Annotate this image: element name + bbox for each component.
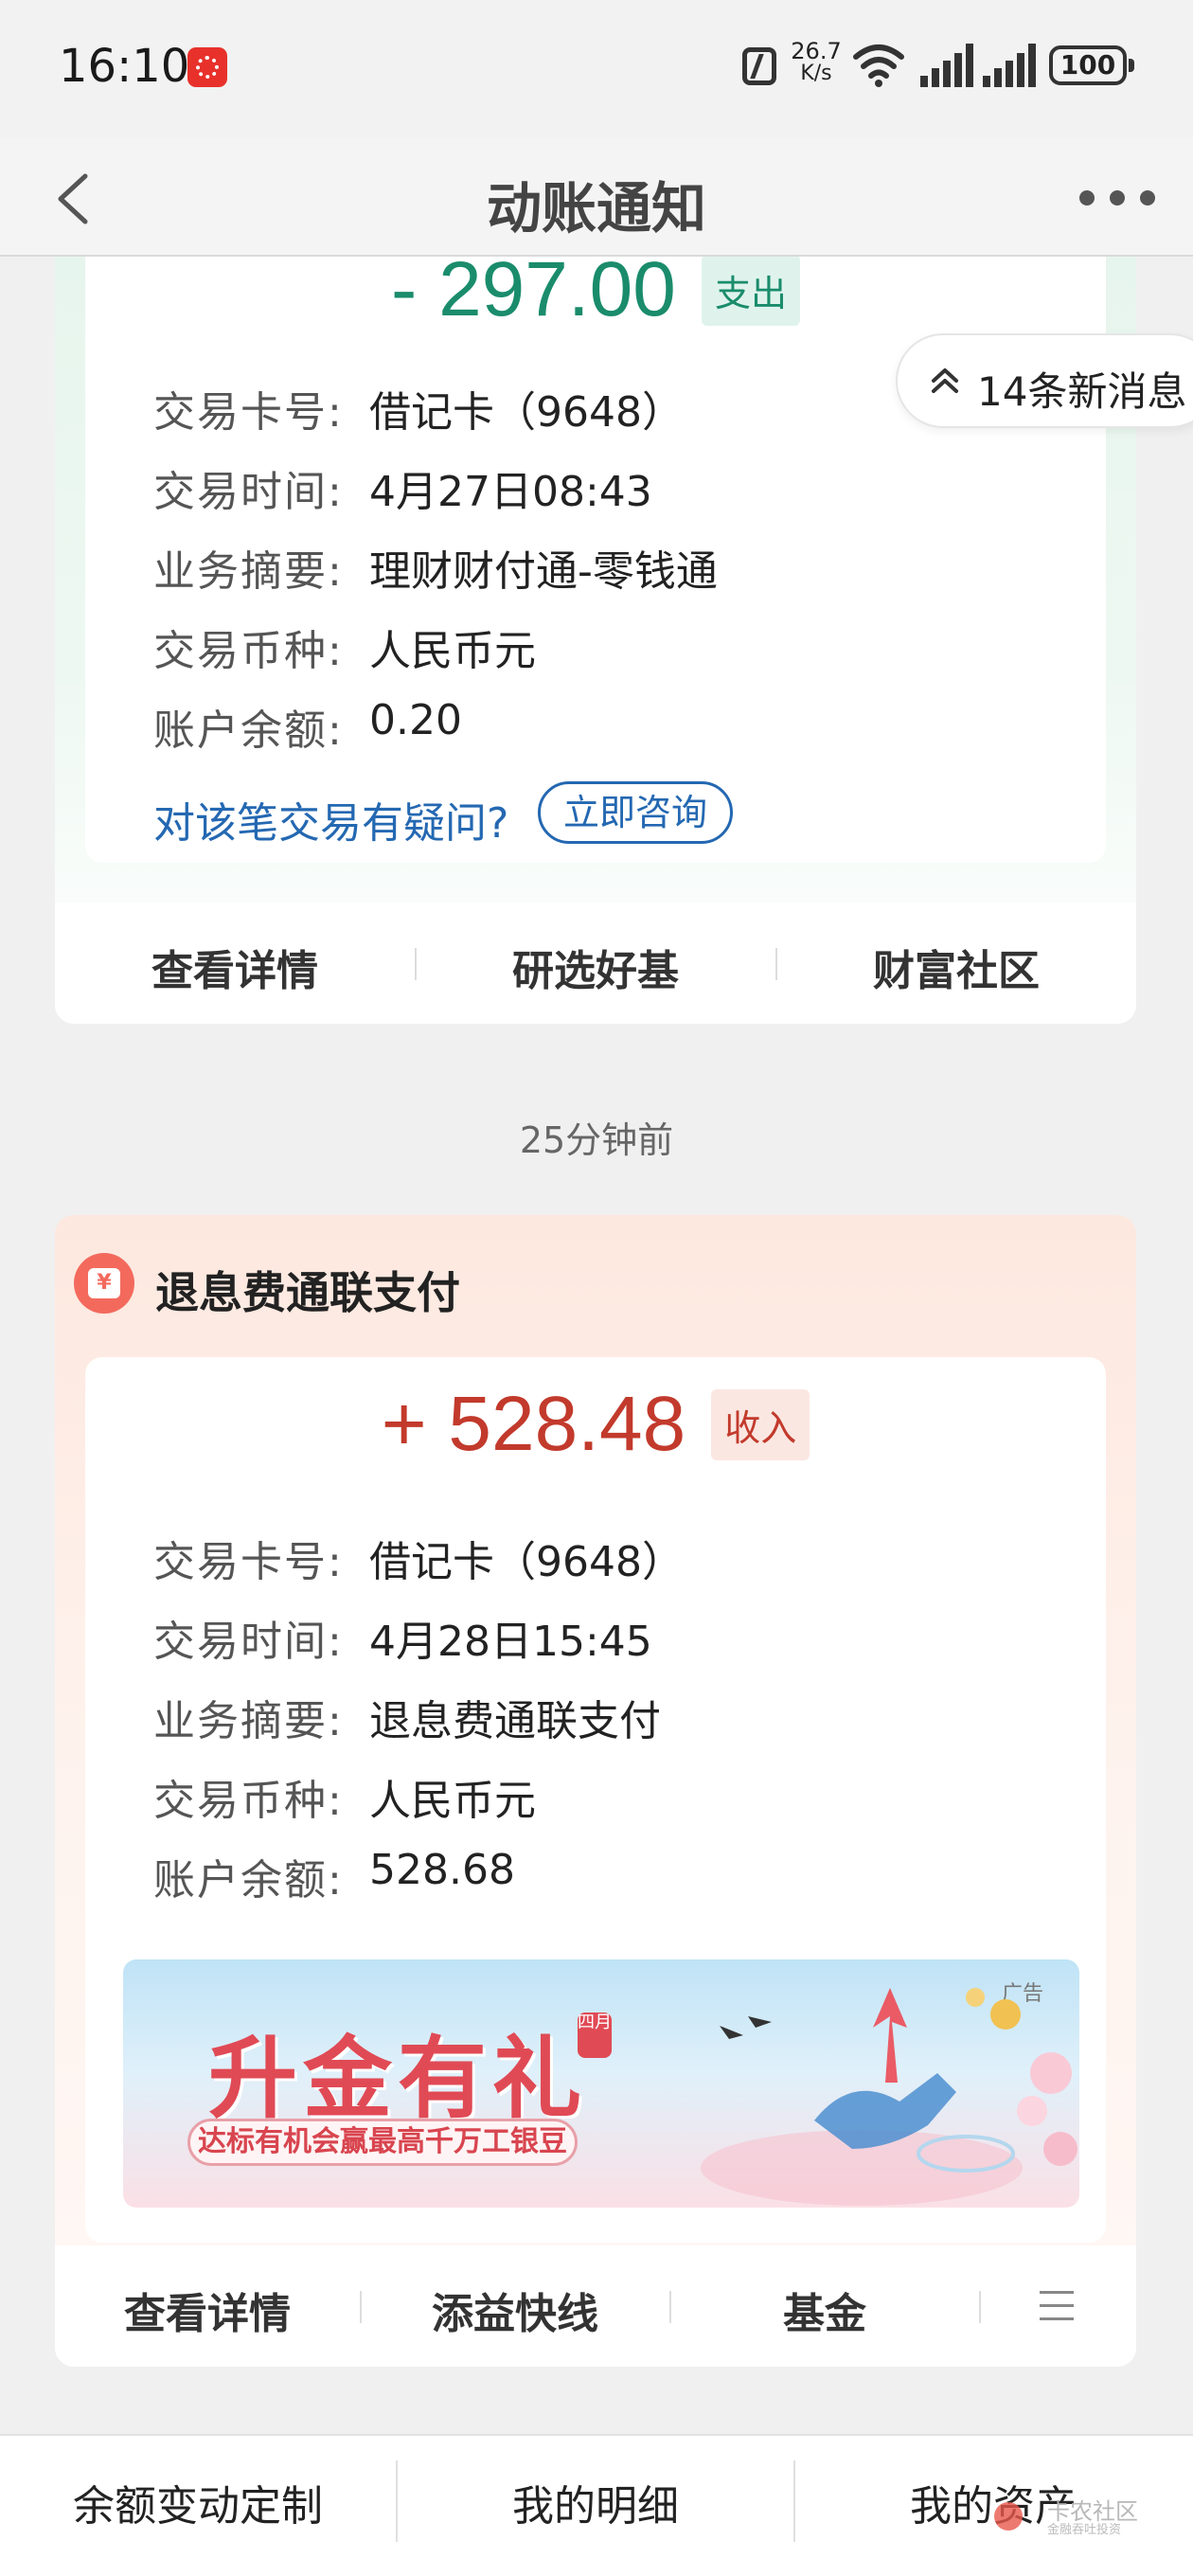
field-value: 借记卡（9648） xyxy=(369,388,684,437)
field-value: 4月27日08:43 xyxy=(369,468,652,516)
field-value: 理财财付通-零钱通 xyxy=(369,547,718,596)
watermark-logo-icon xyxy=(994,2502,1023,2531)
question-link[interactable]: 对该笔交易有疑问? xyxy=(153,799,508,848)
net-speed-value: 26.7 xyxy=(791,38,842,64)
ad-title: 升金有礼 xyxy=(208,2027,588,2131)
app-notification-icon xyxy=(187,47,227,87)
double-chevron-up-icon xyxy=(932,368,958,393)
field-label: 交易币种: xyxy=(153,627,344,675)
field-label: 账户余额: xyxy=(153,1856,344,1905)
nav-bar: 动账通知 xyxy=(0,137,1193,257)
status-bar: 16:10 26.7 K/s 100 xyxy=(0,0,1193,137)
status-time: 16:10 xyxy=(59,40,190,93)
field-value: 528.68 xyxy=(369,1846,515,1894)
message-time: 25分钟前 xyxy=(519,1119,674,1161)
question-row: 对该笔交易有疑问? 立即咨询 xyxy=(153,781,733,850)
field-card-number: 交易卡号: 借记卡（9648） xyxy=(153,378,684,438)
fund-button[interactable]: 基金 xyxy=(670,2280,979,2340)
field-summary: 业务摘要: 退息费通联支付 xyxy=(153,1687,661,1747)
wealth-community-button[interactable]: 财富社区 xyxy=(776,937,1136,997)
yuan-icon: ¥ xyxy=(74,1253,134,1314)
field-currency: 交易币种: 人民币元 xyxy=(153,1766,536,1827)
card-action-bar: 查看详情 研选好基 财富社区 xyxy=(55,903,1136,1024)
watermark: 卡农社区 金融吞吐投资 xyxy=(1047,2498,1138,2540)
amount-row: - 297.00 支出 xyxy=(85,257,1106,334)
field-value: 0.20 xyxy=(369,696,462,744)
transaction-amount: - 297.00 xyxy=(390,257,676,332)
field-label: 业务摘要: xyxy=(153,1697,344,1745)
field-label: 交易卡号: xyxy=(153,388,344,437)
message-list[interactable]: - 297.00 支出 交易卡号: 借记卡（9648） 交易时间: 4月27日0… xyxy=(0,257,1193,2435)
net-speed: 26.7 K/s xyxy=(788,40,845,85)
view-details-button[interactable]: 查看详情 xyxy=(55,937,415,997)
card-title: 退息费通联支付 xyxy=(155,1267,460,1318)
net-speed-unit: K/s xyxy=(800,62,832,85)
my-details-tab[interactable]: 我的明细 xyxy=(398,2436,793,2576)
field-time: 交易时间: 4月27日08:43 xyxy=(153,457,652,518)
field-value: 退息费通联支付 xyxy=(369,1697,661,1745)
ad-subtitle: 达标有机会赢最高千万工银豆 xyxy=(187,2119,578,2166)
new-messages-button[interactable]: 14条新消息 xyxy=(896,333,1193,428)
ad-banner[interactable]: 广告 升金有礼 四月 达标有机会赢最高千万工银豆 xyxy=(123,1959,1079,2208)
more-dots-icon[interactable] xyxy=(1079,179,1155,217)
page-title: 动账通知 xyxy=(486,176,706,241)
tianyi-express-button[interactable]: 添益快线 xyxy=(361,2280,669,2340)
transaction-card: ¥ 退息费通联支付 + 528.48 收入 交易卡号: 借记卡（9648） 交易… xyxy=(55,1215,1136,2367)
field-value: 4月28日15:45 xyxy=(369,1618,652,1666)
watermark-text: 卡农社区 xyxy=(1047,2498,1138,2525)
battery-icon: 100 xyxy=(1049,45,1134,85)
field-currency: 交易币种: 人民币元 xyxy=(153,617,536,677)
field-card-number: 交易卡号: 借记卡（9648） xyxy=(153,1528,684,1588)
field-summary: 业务摘要: 理财财付通-零钱通 xyxy=(153,537,718,598)
ad-badge: 四月 xyxy=(578,2012,612,2058)
field-value: 人民币元 xyxy=(369,1777,536,1825)
nfc-icon xyxy=(742,47,776,85)
menu-lines-icon[interactable] xyxy=(1040,2289,1077,2323)
ad-illustration xyxy=(701,1988,1077,2206)
selected-funds-button[interactable]: 研选好基 xyxy=(416,937,775,997)
signal-icon xyxy=(920,44,973,87)
field-label: 交易时间: xyxy=(153,468,344,516)
transaction-type-tag: 收入 xyxy=(711,1388,810,1460)
transaction-type-tag: 支出 xyxy=(701,257,800,326)
field-label: 交易时间: xyxy=(153,1618,344,1666)
field-time: 交易时间: 4月28日15:45 xyxy=(153,1607,652,1668)
field-label: 账户余额: xyxy=(153,707,344,755)
field-label: 交易币种: xyxy=(153,1777,344,1825)
new-messages-label: 14条新消息 xyxy=(977,368,1187,415)
consult-button[interactable]: 立即咨询 xyxy=(538,781,733,844)
amount-row: + 528.48 收入 xyxy=(85,1380,1106,1469)
status-icons: 26.7 K/s 100 xyxy=(701,34,1193,100)
balance-change-settings-tab[interactable]: 余额变动定制 xyxy=(0,2436,396,2576)
view-details-button[interactable]: 查看详情 xyxy=(55,2280,360,2340)
field-value: 借记卡（9648） xyxy=(369,1538,684,1586)
transaction-amount: + 528.48 xyxy=(381,1381,686,1467)
card-action-bar: 查看详情 添益快线 基金 xyxy=(55,2245,1136,2367)
field-balance: 账户余额: 0.20 xyxy=(153,696,462,757)
bottom-tab-bar: 余额变动定制 我的明细 我的资产 卡农社区 金融吞吐投资 xyxy=(0,2434,1193,2576)
signal-icon xyxy=(983,44,1036,87)
divider xyxy=(979,2291,981,2323)
field-label: 业务摘要: xyxy=(153,547,344,596)
field-balance: 账户余额: 528.68 xyxy=(153,1846,515,1906)
transaction-detail: + 528.48 收入 交易卡号: 借记卡（9648） 交易时间: 4月28日1… xyxy=(85,1357,1106,2243)
field-label: 交易卡号: xyxy=(153,1538,344,1586)
field-value: 人民币元 xyxy=(369,627,536,675)
wifi-icon xyxy=(853,45,904,87)
